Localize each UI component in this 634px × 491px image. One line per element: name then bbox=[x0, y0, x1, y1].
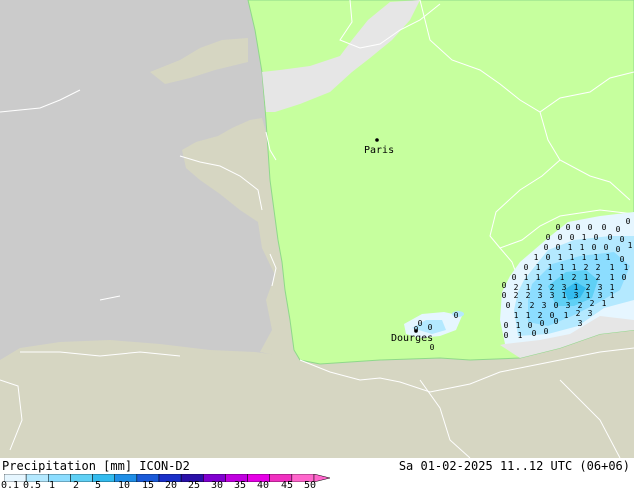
svg-text:2: 2 bbox=[530, 301, 535, 310]
svg-text:3: 3 bbox=[574, 291, 579, 300]
svg-text:1: 1 bbox=[570, 253, 575, 262]
svg-text:2: 2 bbox=[590, 299, 595, 308]
svg-text:1: 1 bbox=[610, 291, 615, 300]
svg-text:1: 1 bbox=[580, 243, 585, 252]
svg-text:0: 0 bbox=[502, 281, 507, 290]
svg-text:1: 1 bbox=[602, 299, 607, 308]
svg-text:0: 0 bbox=[556, 223, 561, 232]
svg-text:1: 1 bbox=[518, 331, 523, 340]
svg-text:0: 0 bbox=[594, 233, 599, 242]
svg-text:1: 1 bbox=[560, 273, 565, 282]
paris-label: Paris bbox=[364, 145, 394, 156]
svg-text:1: 1 bbox=[572, 263, 577, 272]
svg-text:3: 3 bbox=[538, 291, 543, 300]
svg-text:1: 1 bbox=[560, 263, 565, 272]
svg-text:0: 0 bbox=[602, 223, 607, 232]
paris-marker bbox=[375, 138, 379, 142]
valid-time: Sa 01-02-2025 11..12 UTC (06+06) bbox=[398, 459, 630, 473]
svg-text:0: 0 bbox=[532, 329, 537, 338]
svg-text:1: 1 bbox=[516, 321, 521, 330]
svg-text:0: 0 bbox=[622, 273, 627, 282]
svg-text:3: 3 bbox=[566, 301, 571, 310]
svg-text:1: 1 bbox=[514, 311, 519, 320]
svg-text:1: 1 bbox=[628, 241, 633, 250]
svg-text:3: 3 bbox=[542, 301, 547, 310]
svg-text:1: 1 bbox=[568, 243, 573, 252]
svg-text:1: 1 bbox=[584, 273, 589, 282]
svg-text:0: 0 bbox=[554, 301, 559, 310]
svg-text:0: 0 bbox=[588, 223, 593, 232]
svg-text:0: 0 bbox=[608, 233, 613, 242]
svg-text:1: 1 bbox=[526, 311, 531, 320]
svg-text:0: 0 bbox=[626, 217, 631, 226]
svg-text:2: 2 bbox=[514, 291, 519, 300]
svg-text:0: 0 bbox=[616, 245, 621, 254]
svg-text:1: 1 bbox=[564, 311, 569, 320]
svg-text:0: 0 bbox=[454, 311, 459, 320]
svg-text:0: 0 bbox=[576, 223, 581, 232]
svg-text:1: 1 bbox=[558, 253, 563, 262]
svg-text:0: 0 bbox=[546, 233, 551, 242]
svg-text:0: 0 bbox=[556, 243, 561, 252]
svg-text:0: 0 bbox=[544, 327, 549, 336]
svg-text:0: 0 bbox=[544, 243, 549, 252]
svg-text:0: 0 bbox=[546, 253, 551, 262]
svg-text:1: 1 bbox=[582, 233, 587, 242]
map-footer: Precipitation [mm] ICON-D2 Sa 01-02-2025… bbox=[0, 458, 634, 491]
svg-text:3: 3 bbox=[550, 291, 555, 300]
svg-text:2: 2 bbox=[596, 273, 601, 282]
svg-text:3: 3 bbox=[578, 319, 583, 328]
svg-text:1: 1 bbox=[624, 263, 629, 272]
svg-text:3: 3 bbox=[588, 309, 593, 318]
svg-text:0: 0 bbox=[504, 321, 509, 330]
precipitation-map: 0 0 0 0 0 00 0001000 00110001 10111110 011112… bbox=[0, 0, 634, 458]
svg-text:2: 2 bbox=[572, 273, 577, 282]
svg-text:2: 2 bbox=[596, 263, 601, 272]
svg-text:2: 2 bbox=[518, 301, 523, 310]
svg-text:2: 2 bbox=[526, 291, 531, 300]
svg-text:0: 0 bbox=[604, 243, 609, 252]
svg-text:0: 0 bbox=[430, 343, 435, 352]
svg-text:1: 1 bbox=[536, 263, 541, 272]
dourges-label: Dourges bbox=[391, 333, 433, 344]
svg-text:0: 0 bbox=[620, 235, 625, 244]
svg-text:0: 0 bbox=[502, 291, 507, 300]
svg-text:1: 1 bbox=[594, 253, 599, 262]
svg-text:0: 0 bbox=[524, 263, 529, 272]
svg-text:0: 0 bbox=[554, 317, 559, 326]
svg-text:1: 1 bbox=[610, 263, 615, 272]
svg-text:1: 1 bbox=[524, 273, 529, 282]
weather-map-view: 0000000 0001000 00110001 10111110 011112… bbox=[0, 0, 634, 491]
svg-text:0: 0 bbox=[506, 301, 511, 310]
svg-text:0: 0 bbox=[428, 323, 433, 332]
svg-text:1: 1 bbox=[610, 273, 615, 282]
svg-text:2: 2 bbox=[584, 263, 589, 272]
svg-text:0: 0 bbox=[592, 243, 597, 252]
svg-text:1: 1 bbox=[536, 273, 541, 282]
svg-text:1: 1 bbox=[582, 253, 587, 262]
svg-text:0: 0 bbox=[570, 233, 575, 242]
product-title: Precipitation [mm] ICON-D2 bbox=[2, 459, 190, 473]
svg-text:0: 0 bbox=[566, 223, 571, 232]
svg-text:1: 1 bbox=[534, 253, 539, 262]
svg-text:1: 1 bbox=[606, 253, 611, 262]
svg-text:1: 1 bbox=[548, 273, 553, 282]
svg-text:0: 0 bbox=[558, 233, 563, 242]
svg-text:0: 0 bbox=[504, 331, 509, 340]
svg-text:0: 0 bbox=[616, 225, 621, 234]
svg-text:1: 1 bbox=[562, 291, 567, 300]
svg-text:0: 0 bbox=[512, 273, 517, 282]
svg-text:2: 2 bbox=[576, 309, 581, 318]
svg-text:1: 1 bbox=[548, 263, 553, 272]
